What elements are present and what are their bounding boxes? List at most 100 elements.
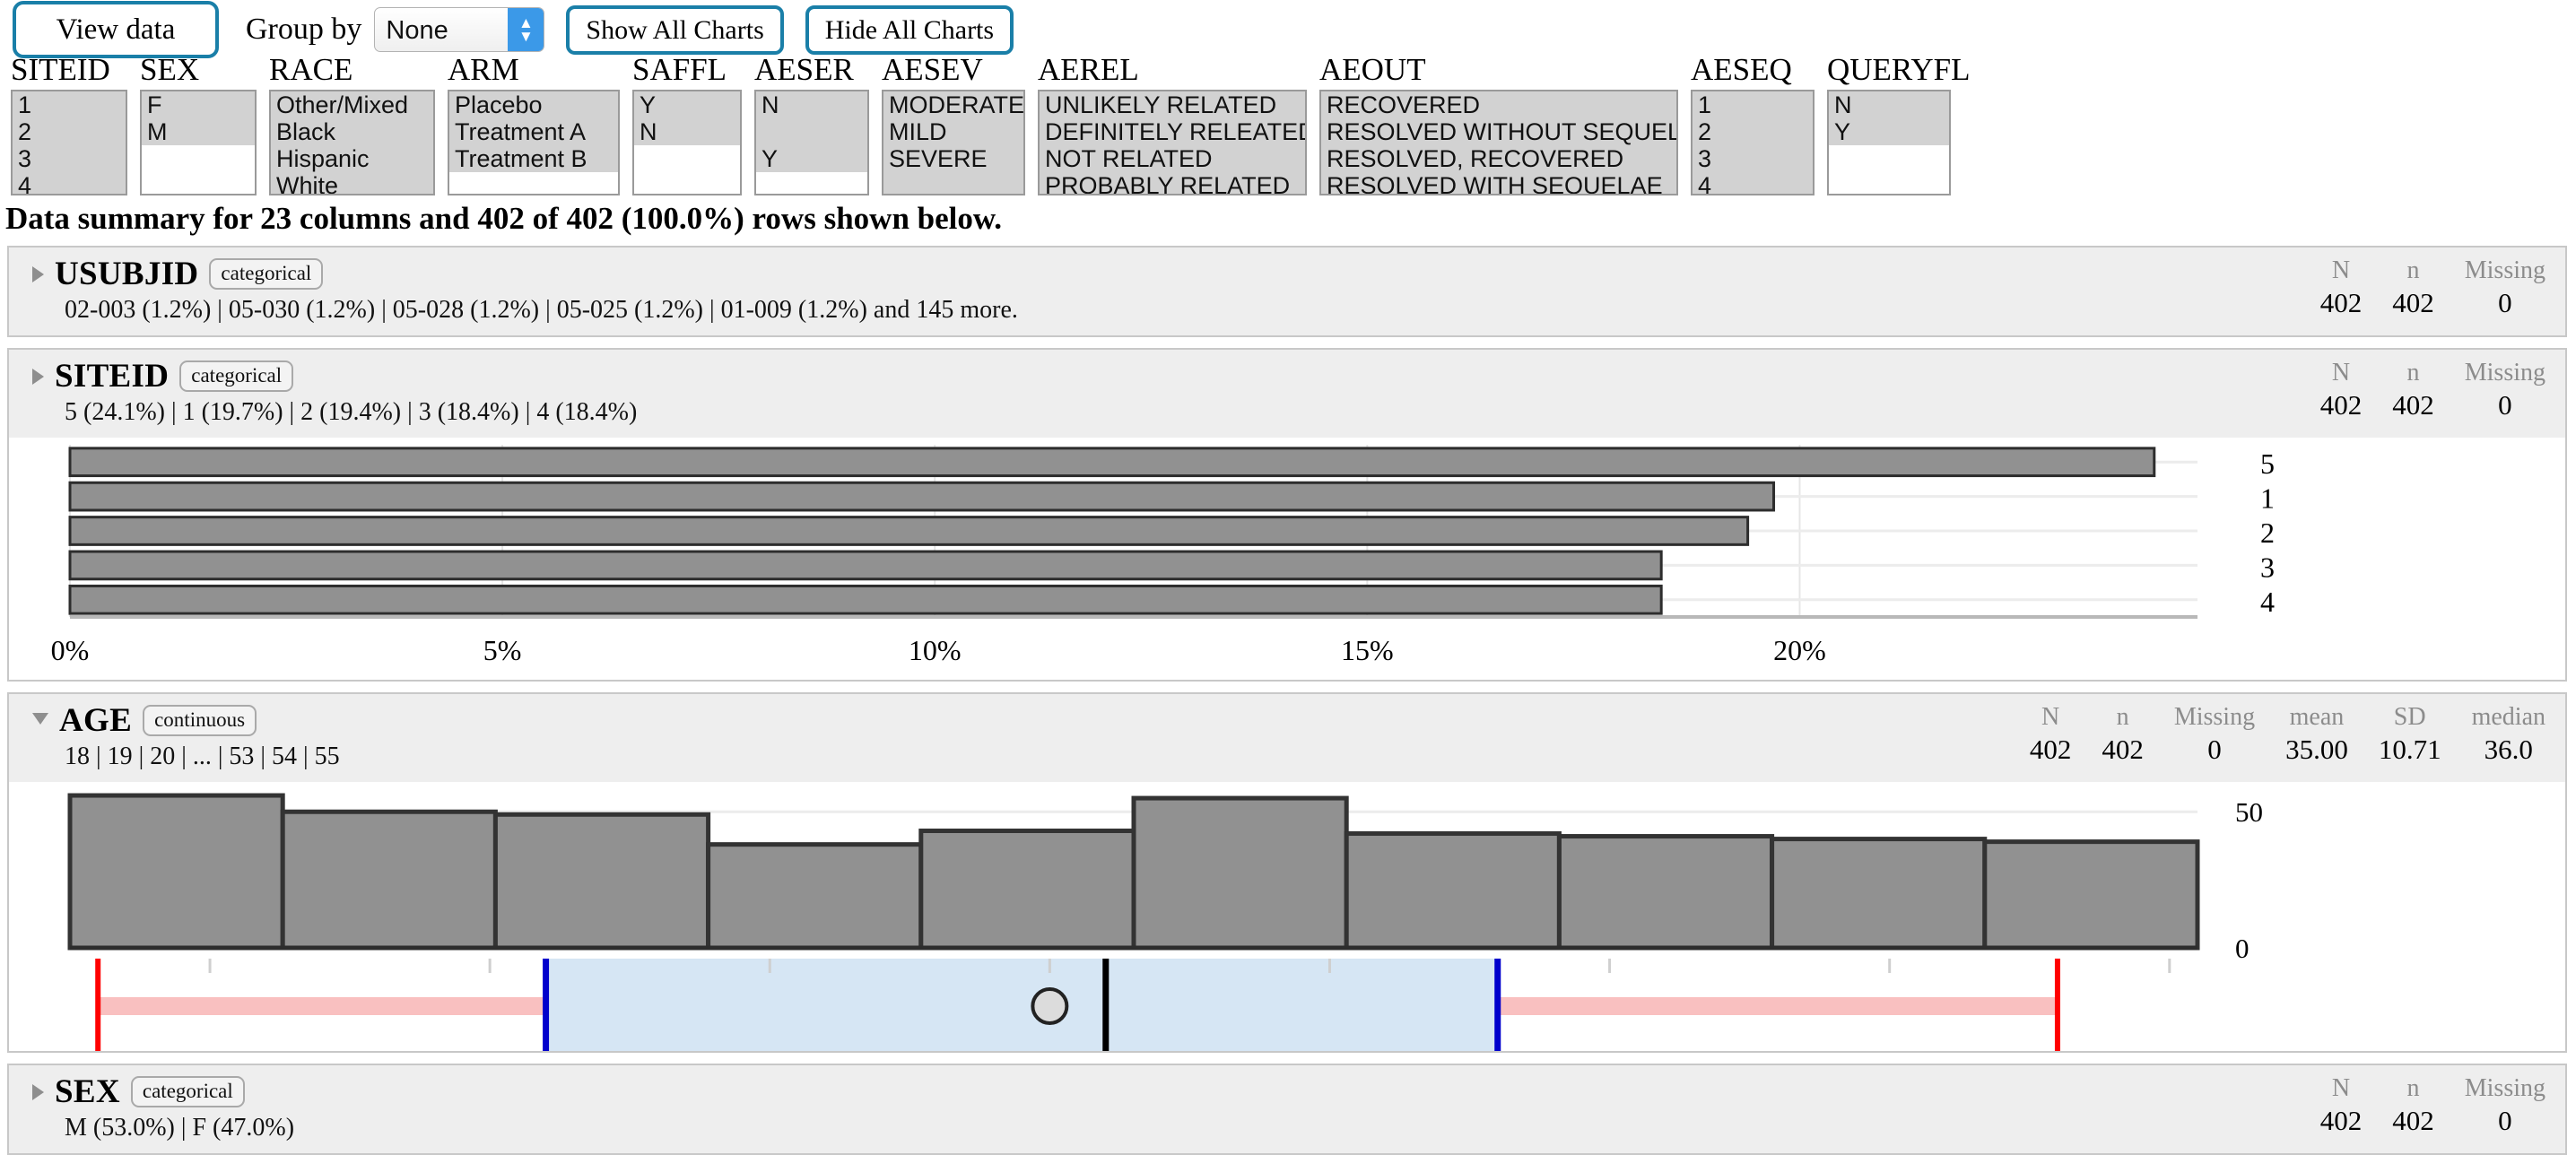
filter-option[interactable]: 2	[13, 118, 126, 145]
stat-label-mean: mean	[2289, 703, 2345, 731]
filter-option[interactable]: 4	[1693, 172, 1813, 194]
show-all-charts-button[interactable]: Show All Charts	[566, 4, 784, 55]
filter-column-race: RACE Other/Mixed Black Hispanic White	[269, 53, 435, 195]
filter-option[interactable]: M	[142, 118, 255, 145]
filter-option[interactable]: RESOLVED WITHOUT SEQUELAE	[1321, 118, 1676, 145]
chevron-right-icon[interactable]	[32, 1083, 44, 1100]
filter-option[interactable]	[634, 145, 740, 172]
filter-header-aeser: AESER	[754, 52, 854, 88]
type-badge: continuous	[143, 705, 257, 736]
filter-listbox-aeout[interactable]: RECOVERED RESOLVED WITHOUT SEQUELAE RESOLV…	[1319, 90, 1678, 195]
filter-option[interactable]: 2	[1693, 118, 1813, 145]
filter-listbox-arm[interactable]: Placebo Treatment A Treatment B	[448, 90, 620, 195]
card-header[interactable]: AGE continuous 18 | 19 | 20 | ... | 53 | 5…	[9, 694, 2565, 782]
filter-option[interactable]: Other/Mixed	[271, 91, 433, 118]
filter-option[interactable]: N	[634, 118, 740, 145]
stat-label-n: n	[2406, 359, 2420, 386]
filter-option[interactable]: 1	[13, 91, 126, 118]
slider-selected-range[interactable]	[545, 959, 1498, 1051]
filter-option[interactable]: Treatment A	[449, 118, 618, 145]
filter-option[interactable]: 3	[1693, 145, 1813, 172]
filter-option[interactable]	[142, 172, 255, 194]
y-axis-tick-label: 0	[2235, 933, 2250, 964]
filter-option[interactable]: NOT RELATED	[1040, 145, 1305, 172]
filter-listbox-queryfl[interactable]: NY	[1827, 90, 1951, 195]
filter-option[interactable]: N	[1829, 91, 1949, 118]
filter-listbox-saffl[interactable]: YN	[632, 90, 742, 195]
stat-value-n: 402	[2392, 1105, 2434, 1136]
histogram-bar	[280, 809, 498, 951]
filter-listbox-aeseq[interactable]: 1234	[1691, 90, 1815, 195]
stat-value-missing: 0	[2498, 389, 2512, 421]
filter-option[interactable]: 4	[13, 172, 126, 194]
card-header[interactable]: SITEID categorical 5 (24.1%) | 1 (19.7%) |…	[9, 350, 2565, 438]
filter-option[interactable]: MILD	[883, 118, 1023, 145]
filter-option[interactable]: Y	[634, 91, 740, 118]
filter-option[interactable]: Treatment B	[449, 145, 618, 172]
filter-option[interactable]: 3	[13, 145, 126, 172]
chevron-right-icon[interactable]	[32, 265, 44, 282]
stat-label-missing: Missing	[2464, 1074, 2546, 1102]
histogram-bar	[1982, 839, 2200, 951]
bar	[68, 550, 1663, 581]
card-header[interactable]: USUBJID categorical 02-003 (1.2%) | 05-030…	[9, 248, 2565, 335]
filter-option[interactable]: SEVERE	[883, 145, 1023, 172]
x-axis-tick-label: 20%	[1773, 634, 1826, 666]
stats-block: Nn Missing 402 402 0	[2290, 256, 2546, 319]
stats-header-row: Nn Missing	[2290, 359, 2546, 389]
filter-option[interactable]: White	[271, 172, 433, 194]
filter-option[interactable]	[1829, 172, 1949, 194]
filter-option[interactable]	[449, 172, 618, 194]
filter-option[interactable]: F	[142, 91, 255, 118]
filter-header-sex: SEX	[140, 52, 200, 88]
group-by-select[interactable]: None ▲ ▼	[374, 7, 545, 52]
filter-option[interactable]	[883, 172, 1023, 194]
filter-listbox-siteid[interactable]: 1234	[11, 90, 127, 195]
filter-listbox-race[interactable]: Other/Mixed Black Hispanic White	[269, 90, 435, 195]
filter-option[interactable]: 1	[1693, 91, 1813, 118]
filter-option[interactable]	[1829, 145, 1949, 172]
filter-header-aerel: AEREL	[1038, 52, 1139, 88]
slider-mean-marker	[1031, 987, 1069, 1025]
filter-option[interactable]: MODERATE	[883, 91, 1023, 118]
stat-label-sd: SD	[2393, 703, 2426, 731]
filter-listbox-aesev[interactable]: MODERATE MILD SEVERE	[882, 90, 1025, 195]
card-header[interactable]: SEX categorical M (53.0%) | F (47.0%) Nn Mis…	[9, 1065, 2565, 1153]
stat-label-n: n	[2406, 1074, 2420, 1102]
filter-option[interactable]: N	[756, 91, 867, 118]
view-data-button[interactable]: View data	[13, 0, 219, 59]
histogram-bar	[492, 812, 711, 951]
filter-option[interactable]: Hispanic	[271, 145, 433, 172]
filter-option[interactable]: UNLIKELY RELATED	[1040, 91, 1305, 118]
filter-option[interactable]: Y	[1829, 118, 1949, 145]
filter-listbox-sex[interactable]: FM	[140, 90, 257, 195]
filter-option[interactable]: Placebo	[449, 91, 618, 118]
filter-listbox-aerel[interactable]: UNLIKELY RELATED DEFINITELY RELEATED NOT R…	[1038, 90, 1307, 195]
filter-header-arm: ARM	[448, 52, 519, 88]
x-axis-tick-label: 0%	[51, 634, 90, 666]
filter-option[interactable]: DEFINITELY RELEATED	[1040, 118, 1305, 145]
chevron-up-down-icon[interactable]: ▲ ▼	[508, 8, 544, 51]
hide-all-charts-button[interactable]: Hide All Charts	[805, 4, 1014, 55]
filter-option[interactable]	[142, 145, 255, 172]
chevron-down-icon[interactable]	[32, 713, 48, 725]
filter-option[interactable]: Y	[756, 145, 867, 172]
filter-option[interactable]: RESOLVED, RECOVERED	[1321, 145, 1676, 172]
stats-header-row: Nn Missing mean SD median	[1999, 703, 2546, 734]
filter-option[interactable]	[634, 172, 740, 194]
x-axis-tick-label: 10%	[909, 634, 962, 666]
filter-option[interactable]: RECOVERED	[1321, 91, 1676, 118]
histogram-bar	[1344, 831, 1562, 951]
stat-value-n: 402	[2392, 287, 2434, 318]
filter-listbox-aeser[interactable]: N Y	[754, 90, 869, 195]
filter-option[interactable]: PROBABLY RELATED	[1040, 172, 1305, 194]
stats-value-row: 402 402 0	[2290, 287, 2546, 319]
filter-header-queryfl: QUERYFL	[1827, 52, 1971, 88]
chevron-right-icon[interactable]	[32, 368, 44, 385]
filter-bar: SITEID 1 2 3 4 SEX F M RACE Other/Mixed Black Hisp…	[0, 52, 2576, 195]
histogram-bar	[706, 842, 924, 951]
filter-option[interactable]: Black	[271, 118, 433, 145]
filter-option[interactable]	[756, 172, 867, 194]
filter-option[interactable]	[756, 118, 867, 145]
filter-option[interactable]: RESOLVED WITH SEQUELAE	[1321, 172, 1676, 194]
